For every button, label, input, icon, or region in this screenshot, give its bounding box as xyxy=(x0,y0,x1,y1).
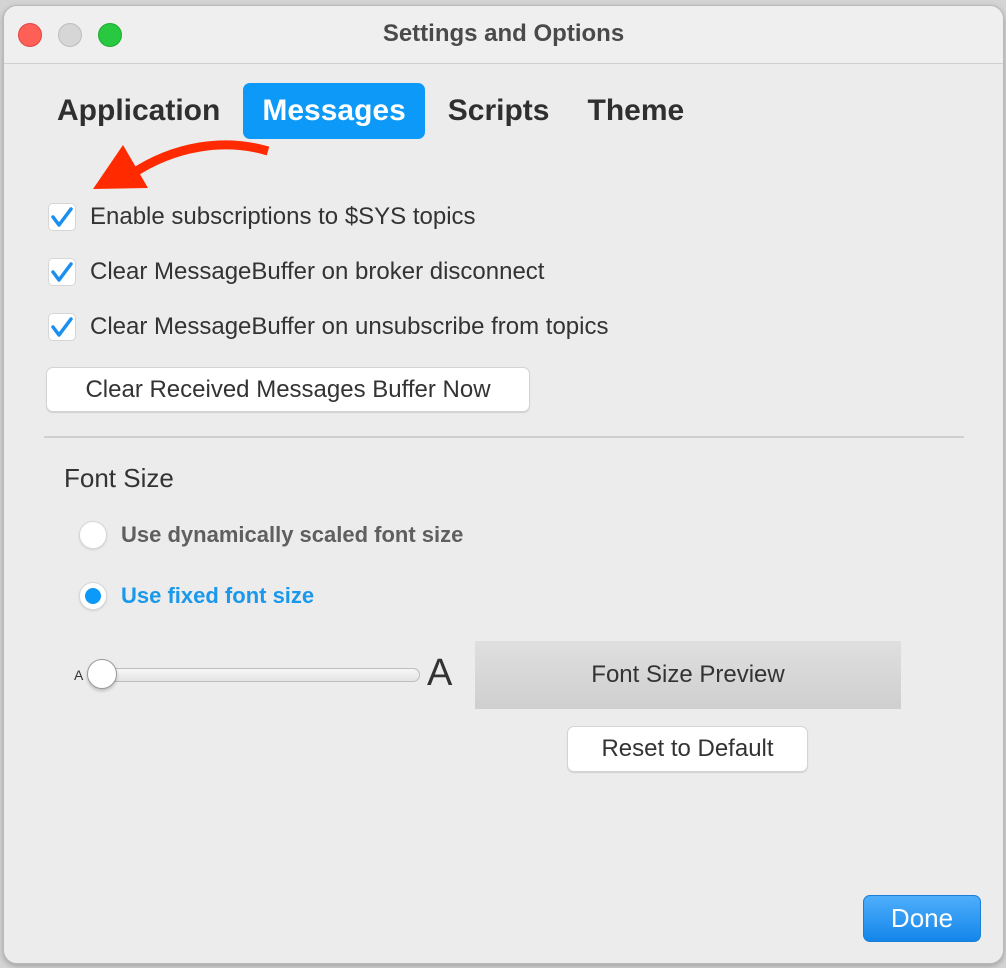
radio-selected-dot xyxy=(85,588,101,604)
option-label: Enable subscriptions to $SYS topics xyxy=(90,203,476,230)
option-label: Clear MessageBuffer on unsubscribe from … xyxy=(90,313,609,340)
radio-label: Use fixed font size xyxy=(121,583,315,608)
checkbox[interactable] xyxy=(48,258,76,286)
font-size-slider-track[interactable] xyxy=(92,668,420,682)
radio-button[interactable] xyxy=(79,582,107,610)
checkmark-icon xyxy=(51,207,73,227)
checkbox[interactable] xyxy=(48,203,76,231)
checkmark-icon xyxy=(51,262,73,282)
section-divider xyxy=(44,436,964,438)
clear-buffer-now-button[interactable]: Clear Received Messages Buffer Now xyxy=(46,367,530,412)
checkbox[interactable] xyxy=(48,313,76,341)
tab-theme[interactable]: Theme xyxy=(573,83,700,139)
option-clear-on-disconnect[interactable]: Clear MessageBuffer on broker disconnect xyxy=(48,257,544,287)
font-size-heading: Font Size xyxy=(64,463,174,493)
option-clear-on-unsubscribe[interactable]: Clear MessageBuffer on unsubscribe from … xyxy=(48,312,608,342)
annotation-arrow-icon xyxy=(93,140,270,189)
font-size-preview: Font Size Preview xyxy=(475,641,901,709)
radio-label: Use dynamically scaled font size xyxy=(121,522,464,547)
option-enable-sys-subscriptions[interactable]: Enable subscriptions to $SYS topics xyxy=(48,202,476,232)
radio-fixed-font-size[interactable]: Use fixed font size xyxy=(79,581,314,611)
slider-max-label: A xyxy=(427,652,453,694)
radio-dynamic-font-size[interactable]: Use dynamically scaled font size xyxy=(79,520,463,550)
done-button[interactable]: Done xyxy=(863,895,981,942)
option-label: Clear MessageBuffer on broker disconnect xyxy=(90,258,545,285)
checkmark-icon xyxy=(51,317,73,337)
slider-min-label: A xyxy=(74,667,84,683)
radio-button[interactable] xyxy=(79,521,107,549)
font-size-slider-thumb[interactable] xyxy=(87,659,117,689)
reset-to-default-button[interactable]: Reset to Default xyxy=(567,726,808,772)
tab-scripts[interactable]: Scripts xyxy=(433,83,565,139)
settings-window: Settings and Options Application Message… xyxy=(3,5,1004,964)
